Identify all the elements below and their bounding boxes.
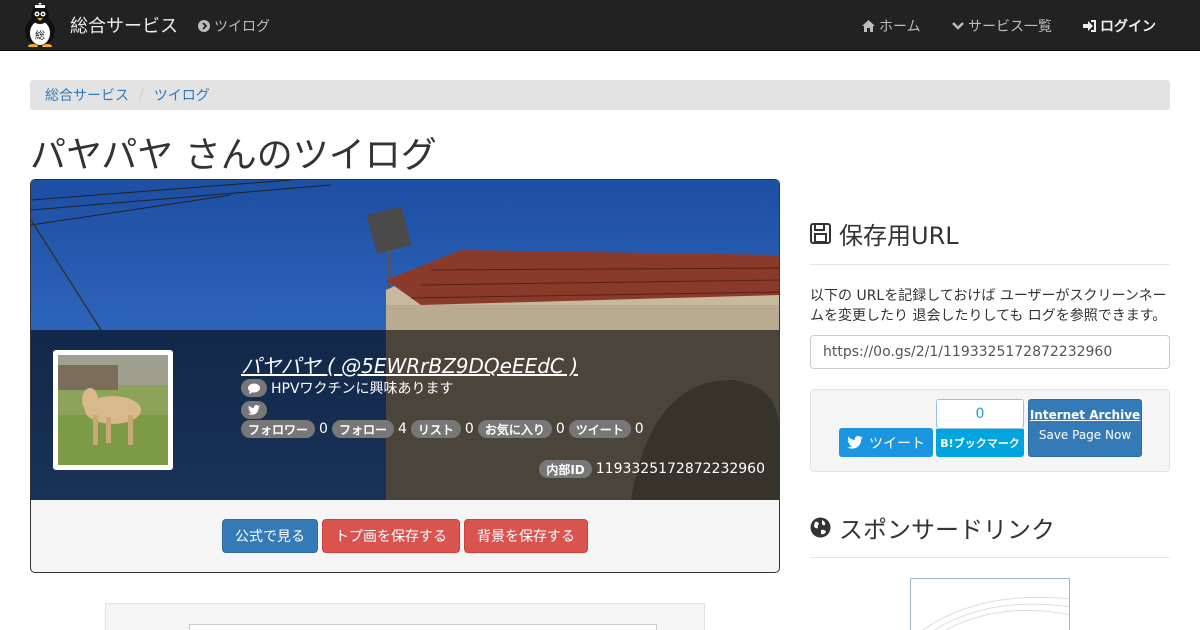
profile-info-overlay: パヤパヤ ( @5EWRrBZ9DQeEEdC ) HPVワクチンに興味あります… <box>31 330 779 500</box>
stat-value-lists: 0 <box>464 421 474 437</box>
avatar-image <box>58 355 168 465</box>
svg-text:総: 総 <box>35 29 45 42</box>
breadcrumb-separator: / <box>139 87 144 103</box>
twitter-icon <box>847 436 863 449</box>
save-background-button[interactable]: 背景を保存する <box>464 519 588 553</box>
internal-id-row: 内部ID 1193325172872232960 <box>539 460 765 478</box>
chevron-circle-right-icon <box>198 20 210 32</box>
stat-value-followers: 0 <box>319 421 328 437</box>
avatar[interactable] <box>53 350 173 470</box>
stat-value-tweets: 0 <box>634 421 644 437</box>
navbar: 総 総合サービス ツイログ ホーム サービス一覧 ログイン <box>0 0 1200 51</box>
stat-value-favorites: 0 <box>555 421 565 437</box>
nav-login[interactable]: ログイン <box>1083 16 1156 36</box>
brand-text: 総合サービス <box>70 16 178 37</box>
save-url-description: 以下の URLを記録しておけば ユーザーがスクリーンネームを変更したり 退会した… <box>810 288 1167 324</box>
ad-container <box>105 603 705 630</box>
page-title: パヤパヤ さんのツイログ <box>30 135 437 176</box>
save-avatar-button[interactable]: トプ画を保存する <box>322 519 460 553</box>
nav-services-label: サービス一覧 <box>968 19 1052 35</box>
stat-value-following: 4 <box>397 421 407 437</box>
stat-label-tweets: ツイート <box>568 420 631 438</box>
nav-tsuilog-label: ツイログ <box>214 19 270 35</box>
nav-services[interactable]: サービス一覧 <box>952 16 1052 36</box>
bio-row: HPVワクチンに興味あります <box>241 378 454 398</box>
tweet-button-label: ツイート <box>869 435 925 452</box>
sponsored-heading: スポンサードリンク <box>810 510 1055 545</box>
chevron-down-icon <box>952 22 964 30</box>
nav-home[interactable]: ホーム <box>862 16 921 36</box>
floppy-disk-icon <box>810 223 831 244</box>
internet-archive-subtitle: Save Page Now <box>1038 428 1132 442</box>
save-url-title: 保存用URL <box>839 222 959 250</box>
twitter-icon[interactable] <box>241 401 267 419</box>
internal-id-label: 内部ID <box>539 460 592 478</box>
nav-login-label: ログイン <box>1100 19 1156 35</box>
sponsored-ad-banner[interactable] <box>910 578 1070 630</box>
internet-archive-button[interactable]: Internet Archive Save Page Now <box>1028 399 1142 457</box>
stats-row: フォロワー 0 フォロー 4 リスト 0 お気に入り 0 ツイート 0 <box>241 420 648 438</box>
twitter-badge-row <box>241 400 267 419</box>
user-bio: HPVワクチンに興味あります <box>271 381 454 397</box>
stat-label-followers: フォロワー <box>241 420 316 438</box>
internet-archive-title: Internet Archive <box>1029 408 1141 422</box>
breadcrumb: 総合サービス / ツイログ <box>30 80 1170 110</box>
comment-icon <box>241 379 267 397</box>
home-icon <box>862 20 875 32</box>
tweet-button[interactable]: ツイート <box>839 428 933 457</box>
nav-home-label: ホーム <box>879 19 921 35</box>
breadcrumb-item-tsuilog[interactable]: ツイログ <box>154 85 210 105</box>
ad-banner[interactable] <box>189 624 657 630</box>
profile-panel: パヤパヤ ( @5EWRrBZ9DQeEEdC ) HPVワクチンに興味あります… <box>30 179 780 573</box>
stat-label-following: フォロー <box>331 420 394 438</box>
view-official-button[interactable]: 公式で見る <box>222 519 318 553</box>
penguin-logo-icon: 総 <box>25 3 55 47</box>
hatena-bookmark-count: 0 <box>936 399 1024 429</box>
sponsored-title: スポンサードリンク <box>839 516 1055 544</box>
divider <box>810 264 1170 265</box>
user-display-name[interactable]: パヤパヤ ( @5EWRrBZ9DQeEEdC ) <box>241 350 578 379</box>
brand-link[interactable]: 総 総合サービス <box>20 2 178 48</box>
divider <box>810 557 1170 558</box>
breadcrumb-item-home[interactable]: 総合サービス <box>45 85 129 105</box>
save-url-heading: 保存用URL <box>810 216 959 251</box>
stat-label-lists: リスト <box>410 420 461 438</box>
globe-icon <box>810 517 831 538</box>
save-url-field[interactable]: https://0o.gs/2/1/1193325172872232960 <box>810 335 1170 369</box>
hatena-bookmark-button[interactable]: B!ブックマーク <box>936 429 1024 457</box>
stat-label-favorites: お気に入り <box>477 420 552 438</box>
sign-in-icon <box>1083 20 1096 32</box>
share-buttons-well: ツイート 0 B!ブックマーク Internet Archive Save Pa… <box>810 389 1170 472</box>
nav-tsuilog[interactable]: ツイログ <box>198 16 270 36</box>
internal-id-value: 1193325172872232960 <box>595 461 765 477</box>
